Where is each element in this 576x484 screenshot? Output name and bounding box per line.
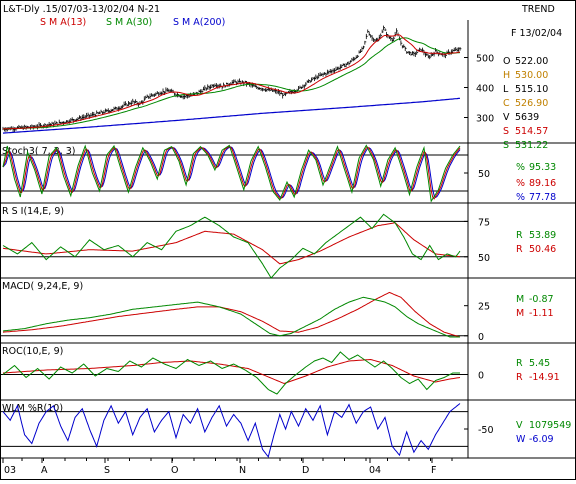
info-price-value: 522.00 (515, 56, 548, 67)
panel-value-key: V (516, 420, 523, 431)
x-tick-label: F (431, 465, 436, 476)
panel-label: Stoch3( 7, 3, 3) (2, 146, 76, 157)
info-price-key: S (503, 140, 509, 151)
panel-value: 95.33 (529, 162, 556, 173)
panel-value-key: % (516, 162, 525, 173)
x-tick-label: A (41, 465, 48, 476)
panel-tick-label: 0 (478, 332, 484, 343)
panel-value-key: M (516, 294, 524, 305)
info-price-value: 515.10 (515, 84, 548, 95)
technical-chart: L&T-Dly .15/07/03-13/02/04 N-21 TREND F … (0, 0, 576, 480)
chart-date: F 13/02/04 (511, 28, 562, 39)
info-price-key: H (503, 70, 510, 81)
price-tick-label: 400 (476, 84, 494, 95)
panel-label: R S I(14,E, 9) (2, 206, 64, 217)
info-price-value: 514.57 (515, 126, 548, 137)
info-price-value: 526.90 (515, 98, 548, 109)
panel-value: 50.46 (529, 244, 556, 255)
info-price-value: 5639 (515, 112, 539, 123)
panel-value: -1.11 (529, 308, 554, 319)
info-price-value: 530.00 (515, 70, 548, 81)
panel-tick-label: 25 (478, 302, 490, 313)
chart-window: L&T-Dly .15/07/03-13/02/04 N-21 TREND F … (0, 0, 576, 480)
info-price-key: C (503, 98, 510, 109)
panel-value-key: R (516, 230, 523, 241)
sma200-legend: S M A(200) (173, 17, 225, 28)
panel-value-key: % (516, 192, 525, 203)
panel-value: -6.09 (529, 434, 554, 445)
panel-label: MACD( 9,24,E, 9) (2, 281, 83, 292)
panel-value-key: R (516, 372, 523, 383)
panel-tick-label: 50 (478, 169, 490, 180)
chart-frame (0, 0, 576, 480)
info-price-key: O (503, 56, 510, 67)
sma13-legend: S M A(13) (40, 17, 86, 28)
panel-value-key: R (516, 244, 523, 255)
panel-label: WLM %R(10) (2, 403, 63, 414)
trend-label: TREND (521, 4, 555, 15)
panel-value-key: W (516, 434, 526, 445)
price-tick-label: 300 (476, 114, 494, 125)
panel-tick-label: -50 (478, 425, 494, 436)
info-price-key: V (503, 112, 510, 123)
panel-value-key: M (516, 308, 524, 319)
info-price-key: L (503, 84, 509, 95)
panel-label: ROC(10,E, 9) (2, 346, 63, 357)
sma30-legend: S M A(30) (106, 17, 152, 28)
panel-value: 5.45 (529, 358, 550, 369)
info-price-key: S (503, 126, 509, 137)
panel-value-key: % (516, 178, 525, 189)
x-tick-label: 04 (369, 465, 381, 476)
x-tick-label: 03 (4, 465, 16, 476)
x-tick-label: N (239, 465, 246, 476)
panel-value: -14.91 (529, 372, 560, 383)
panel-tick-label: 75 (478, 217, 490, 228)
panel-tick-label: 50 (478, 253, 490, 264)
panel-tick-label: 0 (478, 371, 484, 382)
info-price-value: 531.22 (515, 140, 548, 151)
x-tick-label: O (171, 465, 178, 476)
price-tick-label: 500 (476, 54, 494, 65)
x-tick-label: D (302, 465, 309, 476)
panel-value-key: R (516, 358, 523, 369)
panel-value: 89.16 (529, 178, 556, 189)
x-tick-label: S (104, 465, 110, 476)
panel-value: 1079549 (529, 420, 571, 431)
panel-value: 77.78 (529, 192, 556, 203)
panel-value: 53.89 (529, 230, 556, 241)
chart-title: L&T-Dly .15/07/03-13/02/04 N-21 (3, 4, 160, 15)
panel-value: -0.87 (529, 294, 554, 305)
